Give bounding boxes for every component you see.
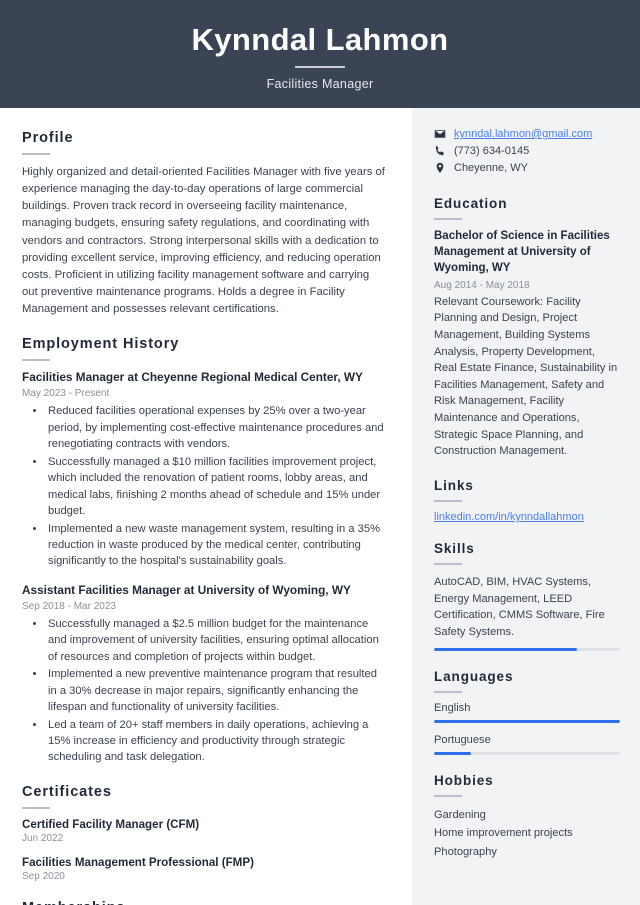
- contact-location: Cheyenne, WY: [434, 162, 620, 174]
- section-divider: [22, 359, 50, 362]
- contact-list: kynndal.lahmon@gmail.com (773) 634-0145 …: [434, 128, 620, 174]
- list-item: Successfully managed a $2.5 million budg…: [46, 616, 388, 665]
- section-divider: [434, 218, 462, 220]
- language-item: Portuguese: [434, 734, 620, 755]
- contact-phone: (773) 634-0145: [434, 145, 620, 157]
- location-pin-icon: [434, 162, 446, 174]
- links-heading: Links: [434, 477, 474, 493]
- employment-entry: Facilities Manager at Cheyenne Regional …: [22, 370, 388, 569]
- section-divider: [22, 806, 50, 809]
- resume-header: Kynndal Lahmon Facilities Manager: [0, 0, 640, 108]
- skills-level-fill: [434, 647, 578, 651]
- envelope-icon: [434, 128, 446, 140]
- phone-icon: [434, 145, 446, 157]
- memberships-heading: Memberships: [22, 900, 388, 905]
- skills-level-bar: [434, 647, 620, 651]
- header-divider: [295, 66, 345, 69]
- candidate-name: Kynndal Lahmon: [191, 21, 449, 57]
- profile-heading: Profile: [22, 130, 74, 146]
- list-item: Led a team of 20+ staff members in daily…: [46, 717, 388, 766]
- employment-heading: Employment History: [22, 336, 180, 353]
- employment-title: Facilities Manager at Cheyenne Regional …: [22, 370, 363, 385]
- certificate-entry: Facilities Management Professional (FMP)…: [22, 856, 388, 882]
- memberships-section: Memberships: [22, 900, 388, 905]
- education-date: Aug 2014 - May 2018: [434, 279, 530, 291]
- education-description: Relevant Coursework: Facility Planning a…: [434, 295, 618, 458]
- skills-heading: Skills: [434, 540, 475, 556]
- language-level-fill: [434, 751, 472, 755]
- certificate-name: Certified Facility Manager (CFM): [22, 817, 200, 831]
- language-level-bar: [434, 719, 620, 723]
- employment-date: Sep 2018 - Mar 2023: [22, 600, 116, 612]
- location-value: Cheyenne, WY: [454, 162, 528, 174]
- certificate-date: Jun 2022: [22, 832, 64, 844]
- resume-page: Kynndal Lahmon Facilities Manager Profil…: [0, 0, 640, 905]
- list-item: Successfully managed a $10 million facil…: [46, 454, 388, 520]
- hobby-item: Home improvement projects: [434, 827, 573, 840]
- certificates-heading: Certificates: [22, 783, 112, 800]
- contact-email: kynndal.lahmon@gmail.com: [434, 128, 620, 140]
- language-level-bar: [434, 751, 620, 755]
- main-column: Profile Highly organized and detail-orie…: [0, 108, 412, 905]
- profile-text: Highly organized and detail-oriented Fac…: [22, 166, 385, 316]
- email-link[interactable]: kynndal.lahmon@gmail.com: [454, 128, 592, 140]
- linkedin-link[interactable]: linkedin.com/in/kynndallahmon: [434, 511, 620, 523]
- section-divider: [434, 499, 462, 502]
- certificate-entry: Certified Facility Manager (CFM) Jun 202…: [22, 818, 388, 844]
- certificates-section: Certificates Certified Facility Manager …: [22, 784, 388, 882]
- language-name: Portuguese: [434, 733, 491, 746]
- section-divider: [22, 153, 50, 155]
- hobby-item: Photography: [434, 845, 497, 858]
- resume-body: Profile Highly organized and detail-orie…: [0, 108, 640, 905]
- list-item: Implemented a new waste management syste…: [46, 521, 388, 570]
- list-item: Reduced facilities operational expenses …: [46, 403, 388, 452]
- employment-bullets: Reduced facilities operational expenses …: [38, 403, 388, 570]
- sidebar-column: kynndal.lahmon@gmail.com (773) 634-0145 …: [412, 108, 640, 905]
- employment-title: Assistant Facilities Manager at Universi…: [22, 582, 351, 597]
- hobbies-section: Hobbies Gardening Home improvement proje…: [434, 773, 620, 862]
- education-title: Bachelor of Science in Facilities Manage…: [434, 230, 610, 274]
- language-name: English: [434, 701, 471, 714]
- skills-text: AutoCAD, BIM, HVAC Systems, Energy Manag…: [434, 575, 605, 638]
- section-divider: [434, 690, 462, 693]
- languages-heading: Languages: [434, 668, 514, 684]
- education-section: Education Bachelor of Science in Facilit…: [434, 196, 620, 460]
- language-item: English: [434, 702, 620, 723]
- hobby-item: Gardening: [434, 808, 486, 821]
- certificate-name: Facilities Management Professional (FMP): [22, 855, 254, 869]
- candidate-job-title: Facilities Manager: [266, 77, 374, 92]
- section-divider: [434, 794, 462, 797]
- list-item: Implemented a new preventive maintenance…: [46, 666, 388, 715]
- languages-section: Languages English Portuguese: [434, 669, 620, 755]
- section-divider: [434, 562, 462, 565]
- hobbies-heading: Hobbies: [434, 772, 494, 788]
- profile-section: Profile Highly organized and detail-orie…: [22, 130, 388, 318]
- education-heading: Education: [434, 196, 508, 211]
- employment-date: May 2023 - Present: [22, 388, 110, 400]
- phone-value: (773) 634-0145: [454, 145, 530, 157]
- language-level-fill: [434, 719, 620, 723]
- skills-section: Skills AutoCAD, BIM, HVAC Systems, Energ…: [434, 541, 620, 651]
- certificate-date: Sep 2020: [22, 870, 65, 882]
- employment-entry: Assistant Facilities Manager at Universi…: [22, 583, 388, 766]
- employment-section: Employment History Facilities Manager at…: [22, 336, 388, 765]
- employment-bullets: Successfully managed a $2.5 million budg…: [38, 616, 388, 766]
- links-section: Links linkedin.com/in/kynndallahmon: [434, 478, 620, 523]
